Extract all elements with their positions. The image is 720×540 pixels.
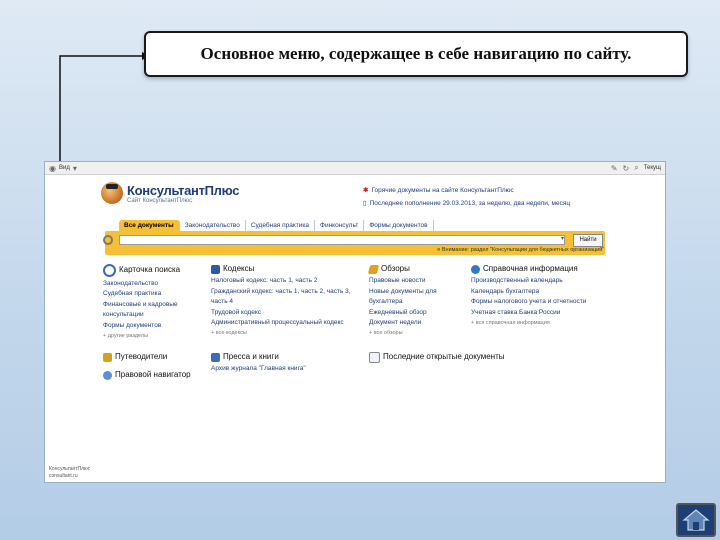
document-list-icon <box>369 352 380 363</box>
section-link[interactable]: Учетная ставка Банка России <box>471 308 589 318</box>
section-link[interactable]: Формы налогового учета и отчетности <box>471 297 589 307</box>
tab-finconsult[interactable]: Финконсульт <box>315 220 365 231</box>
section-title[interactable]: Кодексы <box>223 264 254 274</box>
browser-screenshot: ◉ Вид ▾ ✎ ↻ ⌕ Текущ КонсультантПлюс Сайт… <box>44 161 666 483</box>
section-title[interactable]: Обзоры <box>381 264 410 274</box>
section-recent-documents: Последние открытые документы <box>369 352 549 365</box>
section-link[interactable]: Формы документов <box>103 321 203 331</box>
section-codes: Кодексы Налоговый кодекс: часть 1, часть… <box>211 264 351 339</box>
section-link[interactable]: Трудовой кодекс <box>211 308 351 318</box>
document-icon: ▯ <box>363 200 367 207</box>
footer-brand[interactable]: КонсультантПлюс <box>49 466 90 473</box>
tab-document-forms[interactable]: Формы документов <box>364 220 434 231</box>
section-title[interactable]: Путеводители <box>115 352 167 362</box>
view-menu[interactable]: Вид <box>59 165 70 171</box>
globe-icon <box>471 264 480 274</box>
search-icon[interactable]: ⌕ <box>634 163 638 173</box>
footer-domain[interactable]: consultant.ru <box>49 473 90 480</box>
section-link[interactable]: Гражданский кодекс: часть 1, часть 2, ча… <box>211 287 351 308</box>
globe-icon: ◉ <box>49 163 56 173</box>
section-link[interactable]: Документ недели <box>369 318 465 328</box>
section-link[interactable]: Производственный календарь <box>471 276 589 286</box>
section-link[interactable]: Ежедневный обзор <box>369 308 465 318</box>
section-more-link[interactable]: + все кодексы <box>211 328 351 338</box>
home-icon <box>682 509 710 531</box>
section-link[interactable]: Календарь бухгалтера <box>471 287 589 297</box>
section-reviews: Обзоры Правовые новости Новые документы … <box>367 264 465 339</box>
search-button[interactable]: Найти <box>573 234 603 247</box>
notice-line: ■ Внимание: раздел "Консультации для бюд… <box>437 247 604 253</box>
caption-box: Основное меню, содержащее в себе навигац… <box>144 31 688 77</box>
main-tabs: Все документы Законодательство Судебная … <box>119 220 434 231</box>
news-block: ✱ Горячие документы на сайте КонсультантП… <box>363 184 570 210</box>
fire-icon: ✱ <box>363 187 369 194</box>
notice-text[interactable]: Внимание: раздел "Консультации для бюдже… <box>442 247 604 253</box>
page-footer: КонсультантПлюс consultant.ru <box>49 466 90 480</box>
section-title[interactable]: Справочная информация <box>483 264 578 274</box>
section-more-link[interactable]: + другие разделы <box>103 331 203 341</box>
section-guides: Путеводители <box>103 352 203 364</box>
logo-title: КонсультантПлюс <box>127 182 240 198</box>
section-search-card: Карточка поиска Законодательство Судебна… <box>103 264 203 341</box>
section-link[interactable]: Архив журнала "Главная книга" <box>211 364 351 374</box>
section-link[interactable]: Финансовые и кадровые консультации <box>103 300 203 321</box>
section-link[interactable]: Административный процессуальный кодекс <box>211 318 351 328</box>
current-label[interactable]: Текущ <box>644 165 661 171</box>
section-title[interactable]: Правовой навигатор <box>115 370 191 380</box>
news-update-link[interactable]: Последнее пополнение 29.03.2013, за неде… <box>370 197 571 210</box>
section-reference: Справочная информация Производственный к… <box>471 264 589 328</box>
tab-court-practice[interactable]: Судебная практика <box>246 220 316 231</box>
section-title[interactable]: Пресса и книги <box>223 352 279 362</box>
logo-mascot-icon <box>101 182 123 204</box>
magnifier-icon <box>103 235 113 245</box>
section-title[interactable]: Карточка поиска <box>119 265 180 275</box>
caption-text: Основное меню, содержащее в себе навигац… <box>200 44 632 63</box>
logo-subtitle: Сайт КонсультантПлюс <box>127 197 193 204</box>
section-link[interactable]: Налоговый кодекс: часть 1, часть 2 <box>211 276 351 286</box>
section-press-books: Пресса и книги Архив журнала "Главная кн… <box>211 352 351 375</box>
section-more-link[interactable]: + все обзоры <box>369 328 465 338</box>
books-icon <box>211 264 220 274</box>
refresh-icon[interactable]: ↻ <box>623 164 630 173</box>
section-link[interactable]: Правовые новости <box>369 276 465 286</box>
tab-all-documents[interactable]: Все документы <box>119 220 180 231</box>
section-title[interactable]: Последние открытые документы <box>383 352 505 362</box>
chevron-down-icon: ▾ <box>72 163 77 173</box>
search-card-icon <box>103 264 116 277</box>
compass-icon <box>103 370 112 380</box>
consultant-logo[interactable]: КонсультантПлюс Сайт КонсультантПлюс <box>101 182 240 204</box>
section-link[interactable]: Законодательство <box>103 279 203 289</box>
browser-toolbar: ◉ Вид ▾ ✎ ↻ ⌕ Текущ <box>45 162 665 175</box>
news-hot-link[interactable]: Горячие документы на сайте КонсультантПл… <box>371 184 513 197</box>
pen-icon <box>367 264 380 274</box>
section-link[interactable]: Новые документы для бухгалтера <box>369 287 465 308</box>
book-icon <box>211 352 220 362</box>
edit-icon[interactable]: ✎ <box>611 164 618 173</box>
search-bar: ▾ Найти ■ Внимание: раздел "Консультации… <box>103 231 605 255</box>
search-input[interactable] <box>119 235 565 245</box>
section-more-link[interactable]: + вся справочная информация <box>471 318 589 328</box>
section-link[interactable]: Судебная практика <box>103 289 203 299</box>
tab-legislation[interactable]: Законодательство <box>180 220 246 231</box>
signpost-icon <box>103 352 112 362</box>
chevron-down-icon[interactable]: ▾ <box>561 235 567 245</box>
section-legal-navigator: Правовой навигатор <box>103 370 203 382</box>
home-button[interactable] <box>676 503 716 537</box>
